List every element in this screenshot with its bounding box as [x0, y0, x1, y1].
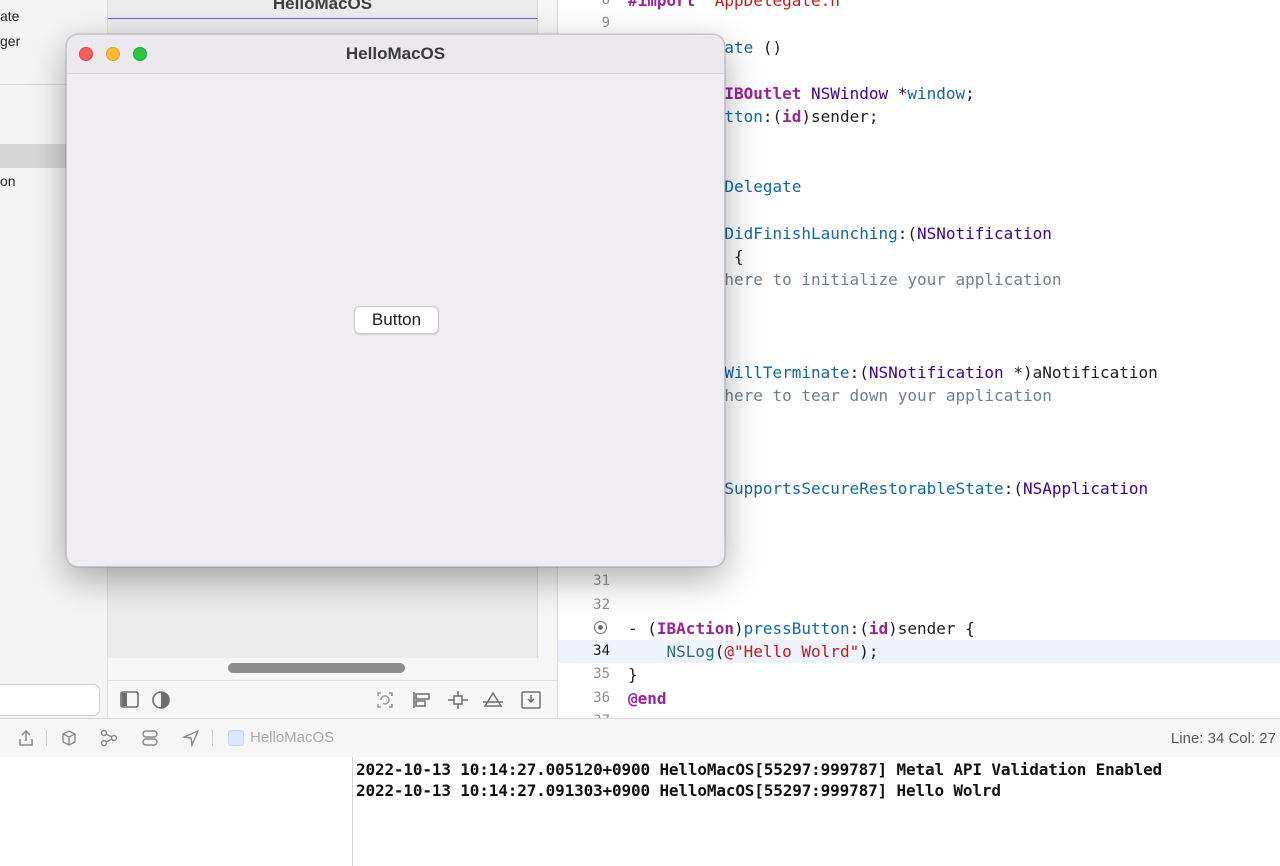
navigator-item[interactable]: on [0, 173, 16, 189]
code-token: )sender; [801, 107, 879, 126]
code-line[interactable]: 36 @end [558, 687, 1280, 710]
environment-overrides-icon[interactable] [140, 728, 160, 748]
line-number: 34 [593, 643, 610, 659]
code-token: )sender { [888, 619, 975, 638]
ib-window-title: HelloMacOS [272, 0, 373, 13]
ib-bottom-toolbar [108, 680, 557, 718]
line-number: 32 [593, 597, 610, 613]
app-icon [228, 730, 244, 746]
code-token: id [868, 619, 889, 638]
code-token: ( [714, 642, 725, 661]
console-line: 2022-10-13 10:14:27.091303+0900 HelloMac… [356, 781, 1001, 800]
console-output[interactable]: 2022-10-13 10:14:27.005120+0900 HelloMac… [353, 757, 1280, 866]
navigator-item[interactable]: ger [0, 33, 20, 49]
code-token: - ( [628, 619, 657, 638]
code-token: NSWindow [811, 84, 889, 103]
code-token: *)aNotification [1003, 363, 1158, 382]
debug-separator [212, 730, 213, 746]
update-frames-icon[interactable] [374, 690, 396, 710]
console-line: 2022-10-13 10:14:27.005120+0900 HelloMac… [356, 760, 1163, 779]
code-token: ); [859, 642, 879, 661]
code-token: :( [849, 363, 869, 382]
variables-view[interactable] [0, 757, 353, 866]
debug-view-hierarchy-icon[interactable] [99, 728, 119, 748]
debug-bar: HelloMacOS Line: 34 Col: 27 [0, 718, 1280, 758]
code-token: IBOutlet [724, 84, 802, 103]
code-token: #import [628, 0, 706, 10]
code-token: ; [965, 84, 975, 103]
code-text: - (IBAction)pressButton:(id)sender { [628, 617, 975, 640]
code-token: NSApplication [1022, 479, 1149, 498]
line-number: 8 [601, 0, 610, 8]
line-number: 36 [593, 690, 610, 706]
code-token: } [628, 665, 638, 684]
navigator-filter-field[interactable] [0, 684, 100, 716]
code-line[interactable]: - (IBAction)pressButton:(id)sender { [558, 617, 1280, 640]
embed-in-icon[interactable] [520, 690, 542, 710]
document-outline-toggle-icon[interactable] [119, 690, 141, 710]
code-line[interactable]: 32 [558, 594, 1280, 617]
code-token: NSNotification [916, 224, 1052, 243]
align-icon[interactable] [411, 690, 433, 710]
code-token: NSLog [666, 642, 715, 661]
code-text: NSLog(@"Hello Wolrd"); [628, 640, 879, 663]
code-token: @"Hello Wolrd" [724, 642, 860, 661]
code-token: NSNotification [868, 363, 1004, 382]
code-token: id [782, 107, 802, 126]
code-token: :( [849, 619, 869, 638]
simulate-location-icon[interactable] [181, 728, 201, 748]
code-line[interactable]: 8 #import "AppDelegate.h" [558, 0, 1280, 12]
line-number: 35 [593, 666, 610, 682]
breakpoint-indicator-icon[interactable] [594, 621, 607, 634]
add-constraints-icon[interactable] [447, 690, 469, 710]
code-line[interactable]: 9 [558, 12, 1280, 35]
line-number: 9 [601, 15, 610, 31]
appearance-toggle-icon[interactable] [150, 690, 172, 710]
code-token: :( [762, 107, 783, 126]
ib-title-rule [108, 18, 537, 19]
code-token: IBAction [656, 619, 734, 638]
code-token: * [888, 84, 908, 103]
code-token: () [753, 38, 783, 57]
app-window[interactable]: HelloMacOS Button [66, 34, 725, 567]
debug-memory-graph-icon[interactable] [59, 728, 79, 748]
code-line[interactable]: 37 [558, 710, 1280, 718]
code-line[interactable]: 35} [558, 663, 1280, 686]
code-line[interactable]: 31 [558, 570, 1280, 593]
code-token: ) [733, 619, 744, 638]
code-token: :( [1003, 479, 1023, 498]
code-token: "AppDelegate.h" [705, 0, 850, 10]
code-text: #import "AppDelegate.h" [628, 0, 850, 12]
line-number: 31 [593, 573, 610, 589]
window-title: HelloMacOS [345, 44, 446, 63]
push-button[interactable]: Button [354, 306, 439, 334]
debug-scheme-label[interactable]: HelloMacOS [250, 729, 334, 746]
share-icon[interactable] [16, 728, 36, 748]
code-text: } [628, 663, 638, 686]
cursor-position-status: Line: 34 Col: 27 [1170, 730, 1276, 747]
code-text: @end [628, 687, 667, 710]
navigator-item[interactable]: ate [0, 8, 19, 24]
code-token: window [907, 84, 966, 103]
code-token: :( [897, 224, 917, 243]
resolve-auto-layout-icon[interactable] [482, 690, 504, 710]
code-token: pressButton [743, 619, 850, 638]
debug-separator [46, 730, 47, 746]
horizontal-scrollbar[interactable] [228, 663, 405, 673]
code-line-current[interactable]: 34 NSLog(@"Hello Wolrd"); [558, 640, 1280, 663]
line-number: 37 [558, 710, 610, 718]
window-titlebar[interactable]: HelloMacOS [67, 35, 724, 74]
code-token: @end [628, 689, 667, 708]
